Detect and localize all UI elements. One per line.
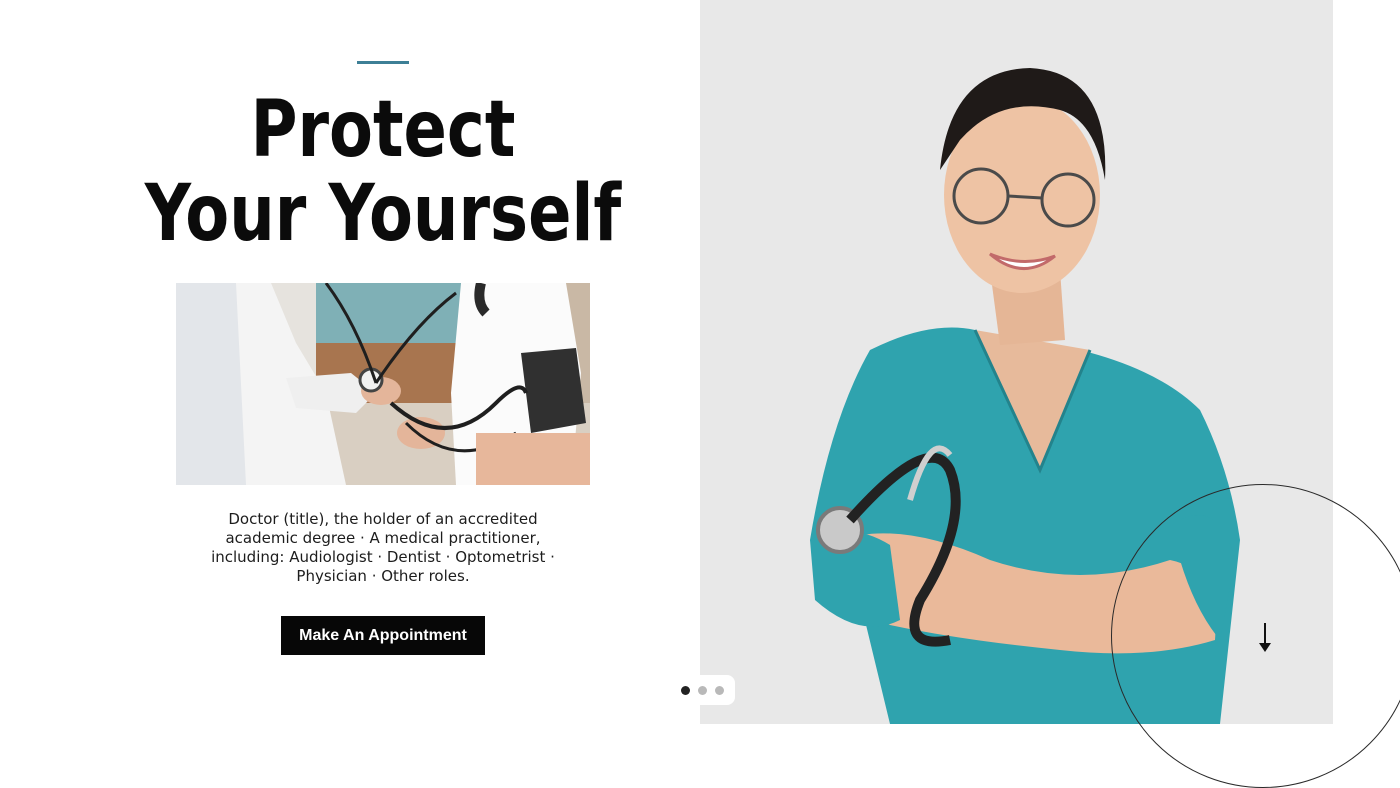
- slider-dot-1[interactable]: [681, 685, 690, 695]
- headline-line-2: Your Yourself: [144, 169, 622, 259]
- blood-pressure-photo: [176, 283, 590, 485]
- slider-pagination: [670, 675, 735, 705]
- hero-left-panel: Protect Your Yourself Doctor (title), th: [0, 0, 700, 724]
- hero-description: Doctor (title), the holder of an accredi…: [211, 510, 555, 585]
- headline-line-1: Protect: [250, 85, 516, 175]
- down-arrow-icon[interactable]: [1257, 622, 1273, 654]
- blood-pressure-illustration: [176, 283, 590, 485]
- slider-dot-3[interactable]: [715, 685, 724, 695]
- hero-headline: Protect Your Yourself: [69, 88, 697, 256]
- slider-dot-2[interactable]: [698, 685, 707, 695]
- accent-line: [357, 61, 409, 64]
- make-appointment-button[interactable]: Make An Appointment: [281, 616, 485, 655]
- scroll-down-ring[interactable]: [1111, 484, 1400, 788]
